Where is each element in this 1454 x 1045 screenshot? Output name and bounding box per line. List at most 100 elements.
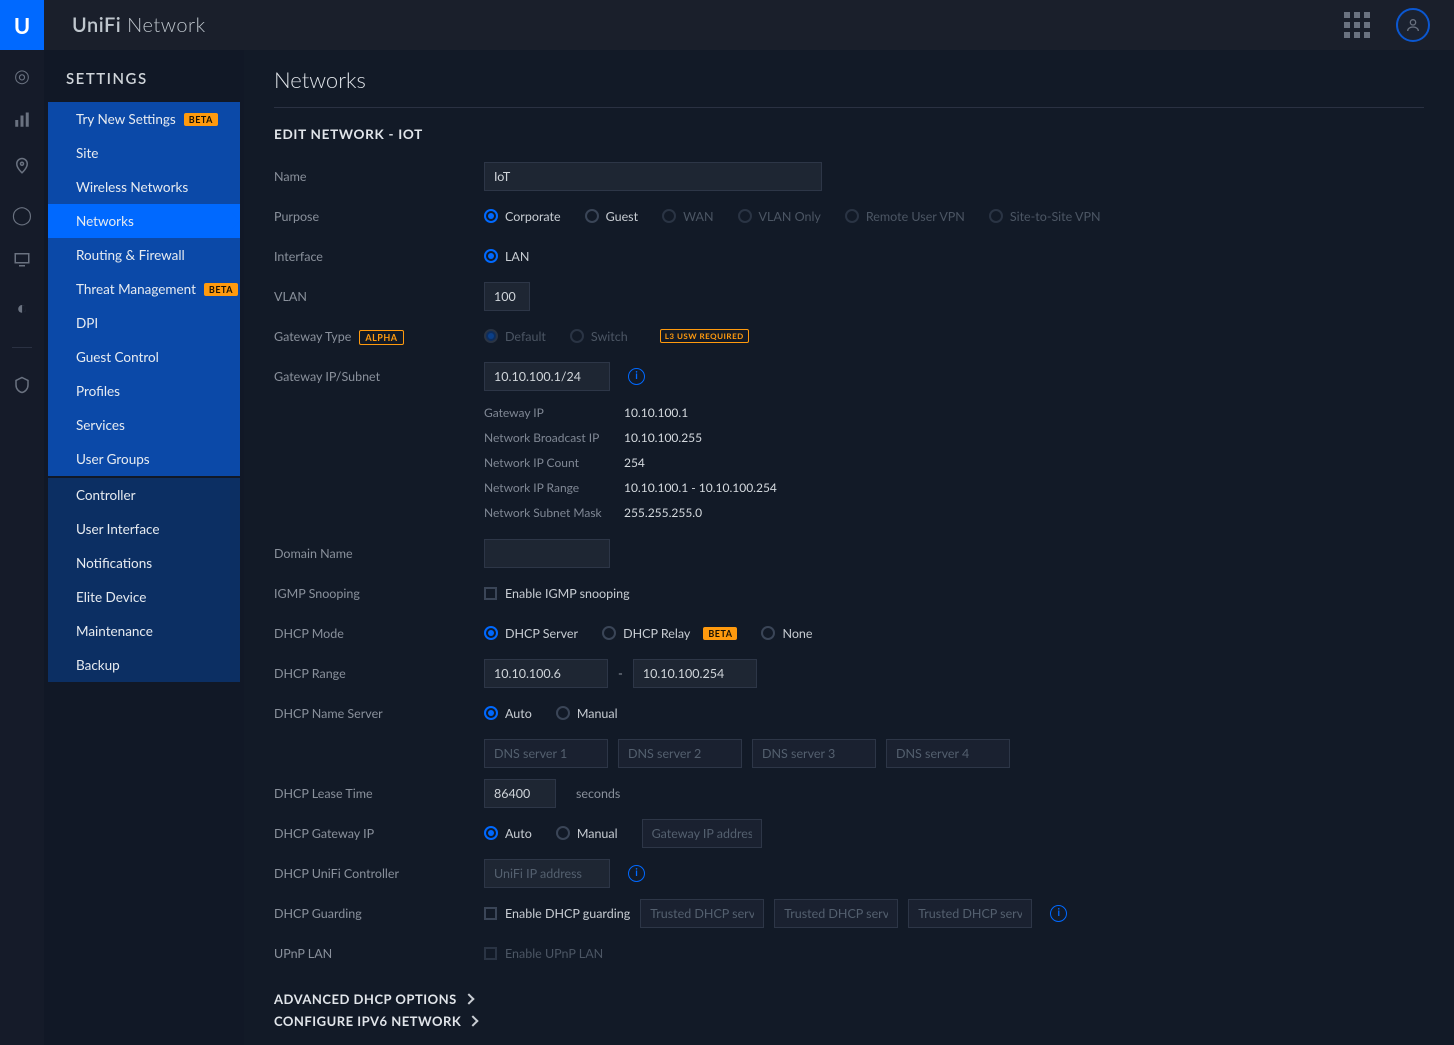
divider [274, 107, 1424, 108]
main-content: Networks EDIT NETWORK - IOT Name Purpose… [244, 50, 1454, 1045]
label-upnp: UPnP LAN [274, 946, 484, 961]
trusted-dhcp-1 [640, 899, 764, 928]
sidebar-title: SETTINGS [44, 50, 244, 102]
settings-sidebar: SETTINGS Try New SettingsBETASiteWireles… [44, 50, 244, 1045]
info-icon[interactable]: i [628, 368, 645, 385]
subinfo-k-count: Network IP Count [484, 455, 624, 470]
label-igmp: IGMP Snooping [274, 586, 484, 601]
label-dhcp-ctrl: DHCP UniFi Controller [274, 866, 484, 881]
page-title: Networks [274, 66, 1424, 93]
brand-logo[interactable]: U [0, 0, 44, 50]
igmp-checkbox[interactable]: Enable IGMP snooping [484, 586, 630, 601]
gateway-type-default: Default [484, 329, 546, 344]
l3-required-badge: L3 USW REQUIRED [660, 329, 749, 343]
topbar: U UniFi Network [0, 0, 1454, 50]
brand-title: UniFi Network [72, 13, 206, 37]
sidebar-item-try-new-settings[interactable]: Try New SettingsBETA [48, 102, 240, 136]
info-icon[interactable]: i [628, 865, 645, 882]
sidebar-item-maintenance[interactable]: Maintenance [48, 614, 240, 648]
subinfo-v-mask: 255.255.255.0 [624, 505, 702, 520]
sidebar-item-elite-device[interactable]: Elite Device [48, 580, 240, 614]
beta-badge: BETA [204, 283, 238, 296]
label-dhcp-ns: DHCP Name Server [274, 706, 484, 721]
sidebar-item-backup[interactable]: Backup [48, 648, 240, 682]
rail-separator [12, 347, 32, 348]
sidebar-item-routing-firewall[interactable]: Routing & Firewall [48, 238, 240, 272]
subinfo-v-count: 254 [624, 455, 645, 470]
sidebar-item-profiles[interactable]: Profiles [48, 374, 240, 408]
purpose-wan: WAN [662, 209, 713, 224]
section-title: EDIT NETWORK - IOT [274, 126, 1424, 142]
dhcp-unifi-ctrl-input[interactable] [484, 859, 610, 888]
vlan-input[interactable] [484, 282, 530, 311]
sidebar-item-services[interactable]: Services [48, 408, 240, 442]
sidebar-item-notifications[interactable]: Notifications [48, 546, 240, 580]
sidebar-item-threat-management[interactable]: Threat ManagementBETA [48, 272, 240, 306]
user-avatar[interactable] [1396, 8, 1430, 42]
dhcp-range-end[interactable] [633, 659, 757, 688]
interface-lan[interactable]: LAN [484, 249, 529, 264]
alpha-badge: ALPHA [359, 330, 403, 345]
chevron-right-icon [463, 993, 474, 1004]
nav-rail: ◎ ◯ ◐ [0, 50, 44, 1045]
dhcp-guard-checkbox[interactable]: Enable DHCP guarding [484, 906, 630, 921]
label-vlan: VLAN [274, 289, 484, 304]
dhcp-mode-none[interactable]: None [761, 626, 812, 641]
gateway-type-switch: Switch [570, 329, 628, 344]
label-gateway-type: Gateway TypeALPHA [274, 329, 484, 344]
dhcp-relay-beta-badge: BETA [703, 627, 737, 640]
purpose-site-to-site-vpn: Site-to-Site VPN [989, 209, 1101, 224]
label-interface: Interface [274, 249, 484, 264]
rail-map-icon[interactable] [13, 157, 31, 179]
rail-insights-icon[interactable]: ◐ [17, 296, 28, 319]
rail-stats-icon[interactable] [13, 111, 31, 133]
rail-dashboard-icon[interactable]: ◎ [14, 64, 30, 87]
trusted-dhcp-3 [908, 899, 1032, 928]
dhcp-ns-auto[interactable]: Auto [484, 706, 532, 721]
dhcp-gw-manual[interactable]: Manual [556, 826, 618, 841]
dhcp-gw-auto[interactable]: Auto [484, 826, 532, 841]
lease-unit: seconds [576, 786, 620, 801]
label-dhcp-guard: DHCP Guarding [274, 906, 484, 921]
rail-devices-icon[interactable]: ◯ [12, 203, 32, 226]
beta-badge: BETA [184, 113, 218, 126]
sidebar-item-dpi[interactable]: DPI [48, 306, 240, 340]
dns1-input [484, 739, 608, 768]
subinfo-v-gwip: 10.10.100.1 [624, 405, 688, 420]
apps-icon[interactable] [1344, 12, 1370, 38]
label-dhcp-gw: DHCP Gateway IP [274, 826, 484, 841]
dhcp-range-start[interactable] [484, 659, 608, 688]
upnp-checkbox: Enable UPnP LAN [484, 946, 603, 961]
dhcp-ns-manual[interactable]: Manual [556, 706, 618, 721]
dhcp-lease-input[interactable] [484, 779, 556, 808]
label-gateway-subnet: Gateway IP/Subnet [274, 369, 484, 384]
info-icon[interactable]: i [1050, 905, 1067, 922]
sidebar-item-site[interactable]: Site [48, 136, 240, 170]
label-domain: Domain Name [274, 546, 484, 561]
sidebar-item-user-interface[interactable]: User Interface [48, 512, 240, 546]
domain-input[interactable] [484, 539, 610, 568]
purpose-guest[interactable]: Guest [585, 209, 639, 224]
dhcp-mode-server[interactable]: DHCP Server [484, 626, 578, 641]
advanced-dhcp-expander[interactable]: ADVANCED DHCP OPTIONS [274, 991, 1424, 1007]
label-dhcp-range: DHCP Range [274, 666, 484, 681]
rail-clients-icon[interactable] [13, 250, 31, 272]
sidebar-item-networks[interactable]: Networks [48, 204, 240, 238]
dhcp-gw-ip-input [642, 819, 762, 848]
subinfo-v-range: 10.10.100.1 - 10.10.100.254 [624, 480, 777, 495]
sidebar-item-wireless-networks[interactable]: Wireless Networks [48, 170, 240, 204]
dhcp-mode-relay[interactable]: DHCP RelayBETA [602, 626, 737, 641]
subinfo-k-range: Network IP Range [484, 480, 624, 495]
sidebar-item-guest-control[interactable]: Guest Control [48, 340, 240, 374]
chevron-right-icon [468, 1015, 479, 1026]
trusted-dhcp-2 [774, 899, 898, 928]
dns3-input [752, 739, 876, 768]
ipv6-expander[interactable]: CONFIGURE IPV6 NETWORK [274, 1013, 1424, 1029]
gateway-subnet-input[interactable] [484, 362, 610, 391]
sidebar-item-controller[interactable]: Controller [48, 478, 240, 512]
rail-shield-icon[interactable] [13, 376, 31, 398]
label-dhcp-lease: DHCP Lease Time [274, 786, 484, 801]
name-input[interactable] [484, 162, 822, 191]
sidebar-item-user-groups[interactable]: User Groups [48, 442, 240, 476]
purpose-corporate[interactable]: Corporate [484, 209, 561, 224]
